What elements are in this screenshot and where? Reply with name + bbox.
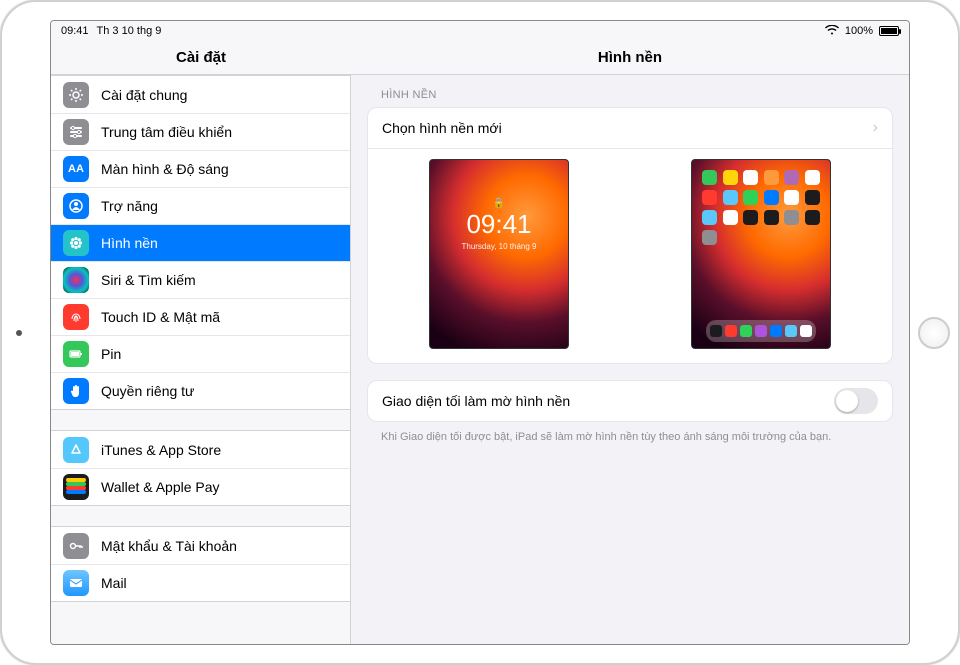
front-camera bbox=[16, 330, 22, 336]
sidebar-item-appstore[interactable]: iTunes & App Store bbox=[51, 431, 350, 468]
general-icon bbox=[63, 82, 89, 108]
sidebar[interactable]: Cài đặt chung Trung tâm điều khiển AA Màn h… bbox=[51, 75, 351, 644]
display-icon: AA bbox=[63, 156, 89, 182]
control-center-icon bbox=[63, 119, 89, 145]
sidebar-item-passwords[interactable]: Mật khẩu & Tài khoản bbox=[51, 527, 350, 564]
dock-icon bbox=[706, 320, 816, 342]
battery-icon bbox=[879, 26, 899, 36]
wallpaper-card: Chọn hình nền mới › 🔒 09:41 Thursday, 10… bbox=[367, 107, 893, 364]
touchid-icon bbox=[63, 304, 89, 330]
headers: Cài đặt Hình nền bbox=[51, 41, 909, 75]
sidebar-item-label: Hình nền bbox=[101, 235, 338, 251]
sidebar-item-label: Trung tâm điều khiển bbox=[101, 124, 338, 140]
wallpaper-icon bbox=[63, 230, 89, 256]
sidebar-item-label: Mật khẩu & Tài khoản bbox=[101, 538, 338, 554]
app-grid-icon bbox=[702, 170, 820, 245]
sidebar-item-battery[interactable]: Pin bbox=[51, 335, 350, 372]
mail-icon bbox=[63, 570, 89, 596]
sidebar-item-label: Wallet & Apple Pay bbox=[101, 479, 338, 495]
status-time: 09:41 bbox=[61, 25, 89, 37]
detail-pane: HÌNH NỀN Chọn hình nền mới › 🔒 09:41 Thu… bbox=[351, 75, 909, 644]
lock-screen-preview[interactable]: 🔒 09:41 Thursday, 10 tháng 9 bbox=[429, 159, 569, 349]
sidebar-item-label: Siri & Tìm kiếm bbox=[101, 272, 338, 288]
sidebar-item-label: Touch ID & Mật mã bbox=[101, 309, 338, 325]
choose-label: Chọn hình nền mới bbox=[382, 120, 873, 136]
section-header: HÌNH NỀN bbox=[381, 89, 893, 101]
battery-percent: 100% bbox=[845, 25, 873, 37]
choose-new-wallpaper[interactable]: Chọn hình nền mới › bbox=[368, 108, 892, 148]
sidebar-item-wallpaper[interactable]: Hình nền bbox=[51, 224, 350, 261]
wifi-icon bbox=[825, 25, 839, 38]
sidebar-item-label: Quyền riêng tư bbox=[101, 383, 338, 399]
accessibility-icon bbox=[63, 193, 89, 219]
siri-icon bbox=[63, 267, 89, 293]
home-button[interactable] bbox=[918, 317, 950, 349]
appstore-icon bbox=[63, 437, 89, 463]
lock-preview-date: Thursday, 10 tháng 9 bbox=[430, 242, 568, 251]
sidebar-item-wallet[interactable]: Wallet & Apple Pay bbox=[51, 468, 350, 505]
appearance-card: Giao diện tối làm mờ hình nền bbox=[367, 380, 893, 422]
sidebar-item-label: Trợ năng bbox=[101, 198, 338, 214]
footer-text: Khi Giao diện tối được bật, iPad sẽ làm … bbox=[381, 430, 879, 444]
detail-title: Hình nền bbox=[351, 41, 909, 74]
sidebar-item-privacy[interactable]: Quyền riêng tư bbox=[51, 372, 350, 409]
battery-icon bbox=[63, 341, 89, 367]
screen: 09:41 Th 3 10 thg 9 100% Cài đặt Hình nề… bbox=[50, 20, 910, 645]
privacy-icon bbox=[63, 378, 89, 404]
sidebar-item-siri[interactable]: Siri & Tìm kiếm bbox=[51, 261, 350, 298]
dark-dim-wallpaper-row: Giao diện tối làm mờ hình nền bbox=[368, 381, 892, 421]
sidebar-item-control-center[interactable]: Trung tâm điều khiển bbox=[51, 113, 350, 150]
dark-dim-wallpaper-toggle[interactable] bbox=[834, 388, 878, 414]
status-date: Th 3 10 thg 9 bbox=[97, 25, 162, 37]
home-screen-preview[interactable] bbox=[691, 159, 831, 349]
chevron-right-icon: › bbox=[873, 119, 878, 137]
passwords-icon bbox=[63, 533, 89, 559]
lock-icon: 🔒 bbox=[430, 198, 568, 209]
sidebar-item-label: Cài đặt chung bbox=[101, 87, 338, 103]
sidebar-item-touchid[interactable]: Touch ID & Mật mã bbox=[51, 298, 350, 335]
sidebar-item-label: Màn hình & Độ sáng bbox=[101, 161, 338, 177]
wallet-icon bbox=[63, 474, 89, 500]
toggle-label: Giao diện tối làm mờ hình nền bbox=[382, 393, 834, 409]
wallpaper-previews: 🔒 09:41 Thursday, 10 tháng 9 bbox=[368, 148, 892, 363]
sidebar-title: Cài đặt bbox=[51, 41, 351, 74]
sidebar-item-label: Pin bbox=[101, 346, 338, 362]
sidebar-item-mail[interactable]: Mail bbox=[51, 564, 350, 601]
lock-preview-time: 09:41 bbox=[430, 209, 568, 240]
sidebar-item-accessibility[interactable]: Trợ năng bbox=[51, 187, 350, 224]
sidebar-item-label: Mail bbox=[101, 575, 338, 591]
sidebar-item-general[interactable]: Cài đặt chung bbox=[51, 76, 350, 113]
sidebar-item-label: iTunes & App Store bbox=[101, 442, 338, 458]
device-frame: 09:41 Th 3 10 thg 9 100% Cài đặt Hình nề… bbox=[0, 0, 960, 665]
sidebar-item-display[interactable]: AA Màn hình & Độ sáng bbox=[51, 150, 350, 187]
status-bar: 09:41 Th 3 10 thg 9 100% bbox=[51, 21, 909, 41]
